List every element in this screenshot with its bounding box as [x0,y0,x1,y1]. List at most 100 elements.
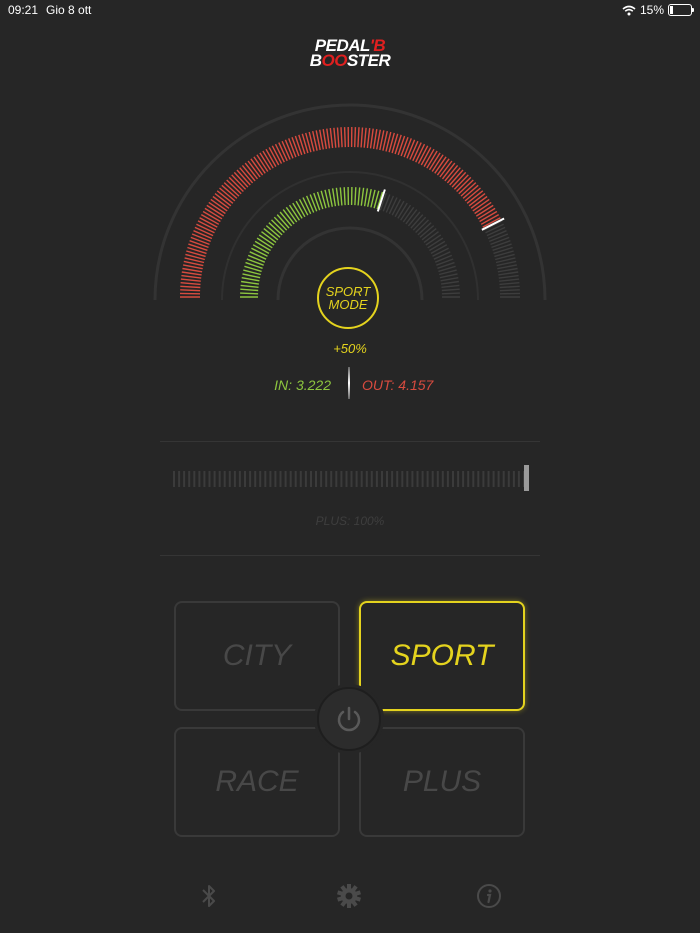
input-value: IN: 3.222 [274,377,331,393]
status-right: 15% [622,3,694,17]
gauge-tick [336,127,340,148]
gauge-tick [305,195,315,213]
gauge-tick [241,277,260,282]
gauge-tick [498,274,519,279]
gauge-tick [240,288,259,292]
gauge-tick [251,247,268,257]
gauge-tick [193,230,213,240]
output-value: OUT: 4.157 [362,377,434,393]
gauge-tick [190,236,210,246]
gauge-tick [284,139,294,159]
gauge-tick [440,280,460,285]
gauge-tick [491,240,511,249]
power-slider[interactable] [172,465,532,493]
gauge-tick [357,127,360,148]
gauge-tick [497,267,518,273]
mode-badge: SPORT MODE [317,267,379,329]
gauge-tick [343,127,346,148]
gauge-tick [441,288,460,292]
gauge-tick [240,292,259,295]
gauge-tick [333,127,337,148]
gauge-tick [372,128,378,150]
race-mode-button[interactable]: RACE [174,727,340,837]
gauge-tick [367,188,372,207]
gauge-tick [247,254,266,263]
gauge-tick [403,138,412,158]
gauge-tick [439,273,458,279]
status-time: 09:21 [8,3,39,17]
gauge-tick [343,187,346,206]
gauge-tick [249,251,267,260]
gauge-tick [180,289,201,292]
gear-icon [336,884,362,908]
app-logo: PEDAL'B BOOSTER [300,37,400,70]
gauge-tick [397,135,406,156]
gauge-tick [441,284,460,288]
gauge-tick [440,277,459,282]
bluetooth-icon [202,885,215,907]
gauge-tick [430,244,448,255]
gauge-tick [360,187,365,206]
race-label: RACE [215,765,299,798]
gauge-tick [432,247,449,257]
gauge-tick [189,240,209,249]
gauge-tick [499,282,520,286]
value-divider [348,367,350,399]
mode-badge-line2: MODE [328,297,368,312]
gauge-tick [499,289,520,292]
gauge-tick [335,187,340,206]
city-label: CITY [222,639,292,672]
sport-label: SPORT [390,639,494,672]
gauge-tick [240,284,259,288]
gauge-tick [294,135,303,156]
gauge-output-marker [481,217,505,231]
logo-line2-accent: OO [321,51,347,70]
power-button[interactable] [317,687,381,751]
gauge-tick [487,230,507,240]
gauge-tick [181,271,202,276]
gauge-tick [363,188,369,207]
gauge-tick [191,233,211,243]
gauge-tick [329,128,334,149]
gauge-tick [339,187,343,206]
gauge-tick [363,127,367,148]
gauge-tick [433,251,451,260]
gauge-tick [391,198,402,216]
sport-mode-button[interactable]: SPORT [359,601,525,711]
gauge-tick [252,244,270,255]
gauge-tick [331,188,337,207]
gauge-tick [182,267,203,273]
gauge-tick [328,188,333,207]
slider-label: PLUS: 100% [315,514,385,528]
gauge-tick [354,187,357,206]
info-button[interactable] [473,880,505,912]
plus-label: PLUS [402,765,482,798]
logo-line2a: B [309,51,322,70]
settings-button[interactable] [333,880,365,912]
gauge-tick [388,197,398,215]
gauge-tick [489,233,509,243]
gauge-tick [357,187,361,206]
boost-percentage: +50% [333,341,367,356]
gauge-tick [291,136,300,157]
status-bar: 09:21 Gio 8 ott 15% [0,0,700,20]
plus-mode-button[interactable]: PLUS [359,727,525,837]
bluetooth-button[interactable] [193,880,225,912]
gauge-tick [434,254,453,263]
slider-handle[interactable] [524,465,529,491]
gauge-tick [326,128,331,149]
gauge-tick [498,271,519,276]
city-mode-button[interactable]: CITY [174,601,340,711]
gauge-tick [499,278,520,282]
gauge-tick [180,285,201,289]
wifi-icon [622,5,636,15]
gauge-tick [180,282,201,286]
gauge-tick [302,197,312,215]
power-icon [337,706,361,732]
gauge-tick [322,128,328,150]
gauge-tick [441,292,460,295]
gauge-tick [360,127,364,148]
battery-percent: 15% [639,3,664,17]
status-date: Gio 8 ott [46,3,92,17]
info-icon [477,884,501,908]
